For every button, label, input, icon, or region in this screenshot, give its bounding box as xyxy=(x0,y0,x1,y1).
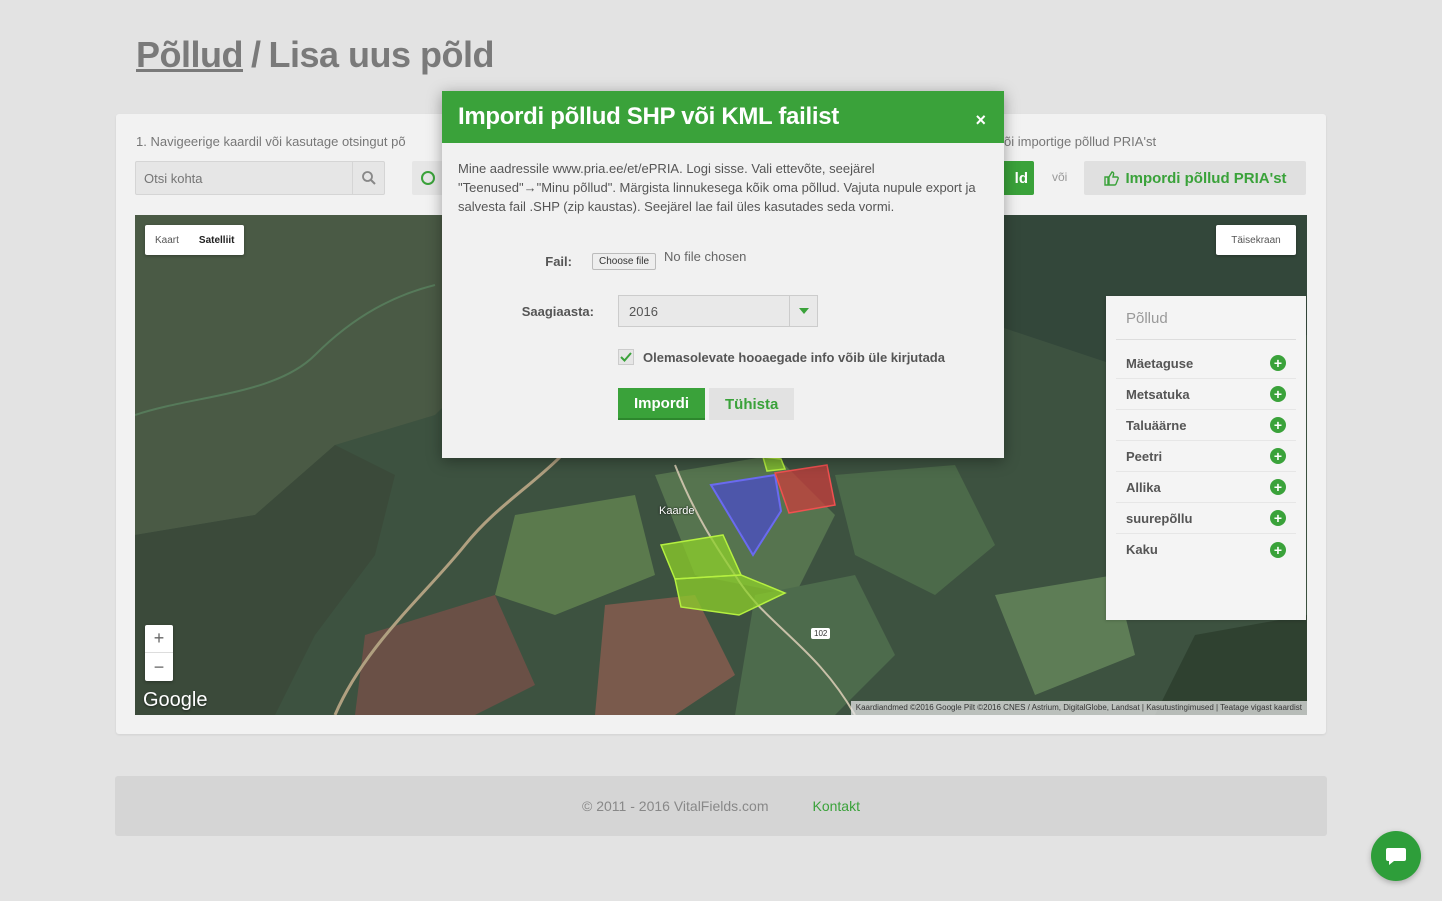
road-number-label: 102 xyxy=(811,628,831,639)
or-text: või xyxy=(1052,170,1068,184)
breadcrumb-current: Lisa uus põld xyxy=(268,34,495,75)
field-name: Mäetaguse xyxy=(1126,355,1194,371)
import-modal: Impordi põllud SHP või KML failist × Min… xyxy=(442,91,1004,458)
zoom-out-button[interactable]: − xyxy=(145,653,173,681)
map-type-toggle: Kaart Satelliit xyxy=(145,225,245,255)
add-circle-icon[interactable]: + xyxy=(1270,510,1286,526)
field-name: Kaku xyxy=(1126,542,1158,557)
footer-copyright: © 2011 - 2016 VitalFields.com xyxy=(582,798,769,814)
year-select[interactable]: 2016 xyxy=(618,295,818,327)
map-type-map[interactable]: Kaart xyxy=(145,235,189,246)
modal-actions: Impordi Tühista xyxy=(618,388,795,420)
instruction-text: 1. Navigeerige kaardil või kasutage otsi… xyxy=(136,134,406,149)
fields-panel: Põllud Mäetaguse + Metsatuka + Taluäärne + … xyxy=(1106,296,1306,620)
field-item-kaku[interactable]: Kaku + xyxy=(1116,534,1296,565)
close-icon[interactable]: × xyxy=(975,104,986,131)
check-icon xyxy=(620,352,632,362)
overwrite-checkbox[interactable] xyxy=(618,349,634,365)
add-circle-icon[interactable]: + xyxy=(1270,386,1286,402)
place-label: Kaarde xyxy=(659,505,695,517)
field-item-taluaarne[interactable]: Taluäärne + xyxy=(1116,410,1296,441)
year-label: Saagiaasta: xyxy=(521,303,594,319)
map-type-satellite[interactable]: Satelliit xyxy=(189,235,245,246)
add-circle-icon[interactable]: + xyxy=(1270,355,1286,371)
field-item-maetaguse[interactable]: Mäetaguse + xyxy=(1116,348,1296,379)
cancel-button[interactable]: Tühista xyxy=(709,388,795,420)
zoom-in-button[interactable]: + xyxy=(145,625,173,653)
breadcrumb-link-fields[interactable]: Põllud xyxy=(136,34,244,75)
choose-file-button[interactable]: Choose file xyxy=(592,253,657,270)
add-circle-icon[interactable]: + xyxy=(1270,448,1286,464)
file-row: Fail: Choose file No file chosen xyxy=(442,249,746,270)
import-pria-label: Impordi põllud PRIA'st xyxy=(1125,169,1287,187)
modal-body: Mine aadressile www.pria.ee/et/ePRIA. Lo… xyxy=(442,143,1004,216)
thumbs-up-icon xyxy=(1104,171,1120,186)
search-button[interactable] xyxy=(352,162,384,194)
file-status: No file chosen xyxy=(664,249,747,264)
field-name: Taluäärne xyxy=(1126,417,1187,433)
field-item-allika[interactable]: Allika + xyxy=(1116,472,1296,503)
file-label: Fail: xyxy=(545,254,572,269)
fields-list: Mäetaguse + Metsatuka + Taluäärne + Peetri +… xyxy=(1106,340,1306,565)
instruction-text-pria: õi importige põllud PRIA'st xyxy=(1004,134,1157,149)
google-logo: Google xyxy=(143,689,208,711)
draw-icon xyxy=(421,171,435,185)
chat-button[interactable] xyxy=(1371,831,1421,881)
field-item-peetri[interactable]: Peetri + xyxy=(1116,441,1296,472)
zoom-control: + − xyxy=(145,625,173,681)
import-button[interactable]: Impordi xyxy=(618,388,705,420)
overwrite-label: Olemasolevate hooaegade info võib üle ki… xyxy=(643,349,945,365)
map-attribution[interactable]: Kaardiandmed ©2016 Google Pilt ©2016 CNE… xyxy=(850,701,1307,715)
field-name: Allika xyxy=(1126,479,1161,495)
modal-title: Impordi põllud SHP või KML failist xyxy=(458,103,839,130)
footer: © 2011 - 2016 VitalFields.com Kontakt xyxy=(115,776,1327,836)
search-box xyxy=(135,161,385,195)
footer-contact-link[interactable]: Kontakt xyxy=(812,798,859,814)
field-item-metsatuka[interactable]: Metsatuka + xyxy=(1116,379,1296,410)
import-pria-button[interactable]: Impordi põllud PRIA'st xyxy=(1084,161,1306,195)
fields-panel-title: Põllud xyxy=(1116,296,1296,340)
add-circle-icon[interactable]: + xyxy=(1270,479,1286,495)
add-circle-icon[interactable]: + xyxy=(1270,541,1286,558)
page-title: Põllud / Lisa uus põld xyxy=(136,34,495,76)
field-name: suurepõllu xyxy=(1126,510,1193,526)
modal-description: Mine aadressile www.pria.ee/et/ePRIA. Lo… xyxy=(458,161,976,214)
fullscreen-button[interactable]: Täisekraan xyxy=(1216,225,1296,255)
modal-header: Impordi põllud SHP või KML failist × xyxy=(442,91,1004,143)
chat-icon xyxy=(1386,848,1406,865)
search-icon xyxy=(361,171,376,185)
field-item-suurepollu[interactable]: suurepõllu + xyxy=(1116,503,1296,534)
year-row: Saagiaasta: 2016 xyxy=(442,295,818,327)
add-circle-icon[interactable]: + xyxy=(1270,417,1286,433)
year-select-value: 2016 xyxy=(629,303,658,319)
breadcrumb-separator: / xyxy=(251,34,261,75)
field-name: Metsatuka xyxy=(1126,386,1190,402)
search-input[interactable] xyxy=(136,162,351,194)
overwrite-row: Olemasolevate hooaegade info võib üle ki… xyxy=(618,349,945,365)
field-name: Peetri xyxy=(1126,448,1163,464)
chevron-down-icon xyxy=(789,296,817,326)
